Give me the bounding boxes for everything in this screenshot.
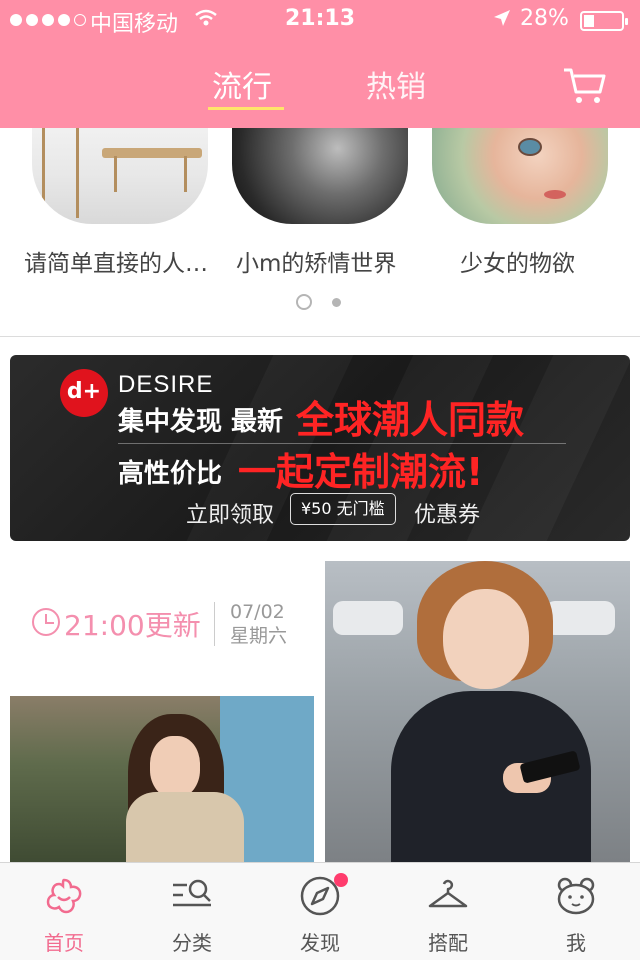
- clock-icon: [32, 608, 60, 636]
- pager-dot: [332, 298, 341, 307]
- tabbar-item-discover[interactable]: 发现: [256, 863, 384, 960]
- pager-dot-current: [296, 294, 312, 310]
- bottom-tab-bar: 首页 分类 发现 搭配 我: [0, 862, 640, 960]
- product-photo-sweater[interactable]: [10, 696, 314, 866]
- section-divider: [0, 336, 640, 337]
- tabbar-label: 搭配: [428, 931, 468, 955]
- banner-brand: DESIRE: [118, 371, 214, 398]
- tabbar-label: 分类: [172, 931, 212, 955]
- update-divider: [214, 602, 215, 646]
- topic-image-illustration[interactable]: [432, 128, 608, 224]
- location-arrow-icon: [492, 8, 512, 34]
- hanger-icon: [427, 875, 469, 917]
- header: 中国移动 21:13 28% 流行 热销: [0, 0, 640, 128]
- banner-line1-highlight: 全球潮人同款: [296, 398, 525, 442]
- topic-image-portrait[interactable]: [232, 128, 408, 224]
- tabbar-item-category[interactable]: 分类: [128, 863, 256, 960]
- weekday-value: 星期六: [230, 625, 288, 647]
- cart-icon[interactable]: [562, 66, 606, 106]
- flower-home-icon: [43, 875, 85, 917]
- tabbar-label: 我: [566, 931, 586, 955]
- tabbar-label: 发现: [300, 931, 340, 955]
- topic-label[interactable]: 少女的物欲: [460, 244, 575, 278]
- product-photo-coat[interactable]: [325, 561, 630, 866]
- active-tab-underline: [208, 107, 284, 110]
- tab-hot-sales[interactable]: 热销: [366, 62, 426, 106]
- desire-logo: d+: [60, 369, 108, 417]
- topic-label[interactable]: 请简单直接的人…: [24, 244, 208, 278]
- banner-line1-prefix: 集中发现 最新: [118, 407, 284, 437]
- battery-icon: [580, 11, 628, 31]
- update-time-block: 21:00更新 07/02 星期六: [32, 600, 312, 650]
- tab-popular[interactable]: 流行: [212, 62, 272, 106]
- status-bar: 中国移动 21:13 28%: [0, 0, 640, 40]
- tabbar-item-me[interactable]: 我: [512, 863, 640, 960]
- topic-carousel[interactable]: 请简单直接的人… 小m的矫情世界 少女的物欲: [0, 128, 640, 336]
- promo-banner[interactable]: d+ DESIRE 集中发现 最新 全球潮人同款 高性价比 一起定制潮流! 立即…: [10, 355, 630, 541]
- tabbar-label: 首页: [44, 931, 84, 955]
- update-time-label: 21:00更新: [64, 609, 201, 642]
- banner-cta-prefix: 立即领取: [186, 503, 275, 528]
- category-search-icon: [171, 875, 213, 917]
- topic-image-interior[interactable]: [32, 128, 208, 224]
- coupon-badge: ¥50 无门槛: [290, 493, 396, 525]
- banner-line2-highlight: 一起定制潮流!: [238, 450, 484, 494]
- topic-label[interactable]: 小m的矫情世界: [236, 244, 396, 278]
- update-date: 07/02 星期六: [230, 600, 287, 648]
- bear-profile-icon: [555, 875, 597, 917]
- tabbar-item-outfits[interactable]: 搭配: [384, 863, 512, 960]
- date-value: 07/02: [230, 601, 285, 623]
- banner-line2-prefix: 高性价比: [118, 459, 223, 489]
- notification-badge: [334, 873, 348, 887]
- banner-cta-suffix: 优惠券: [414, 503, 481, 528]
- tabbar-item-home[interactable]: 首页: [0, 863, 128, 960]
- top-tabs: 流行 热销: [0, 40, 640, 128]
- battery-percent: 28%: [520, 6, 569, 31]
